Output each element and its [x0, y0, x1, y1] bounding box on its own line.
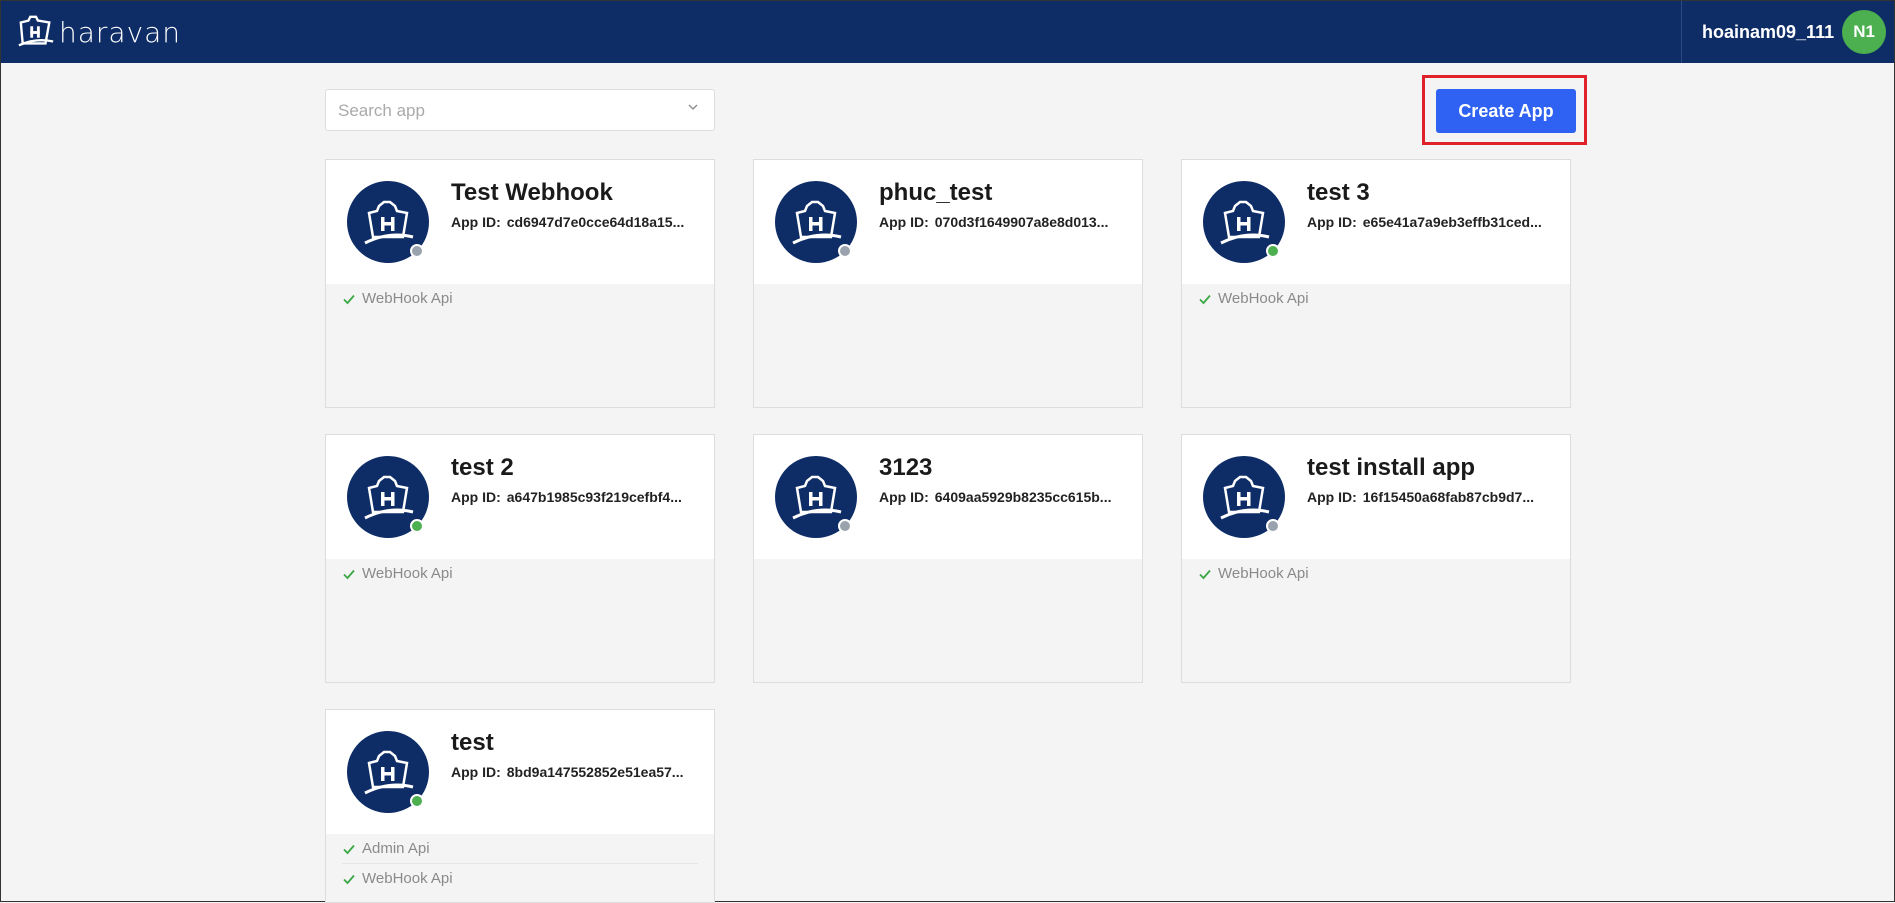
- permission-list: Admin Api WebHook Api: [326, 834, 714, 893]
- app-name[interactable]: test install app: [1307, 454, 1475, 482]
- permission-item: WebHook Api: [1198, 559, 1554, 588]
- check-icon: [1199, 294, 1211, 304]
- app-name[interactable]: phuc_test: [879, 179, 992, 207]
- status-indicator: [1266, 244, 1280, 258]
- app-id-value: e65e41a7a9eb3effb31ced...: [1362, 214, 1542, 230]
- app-card[interactable]: Test Webhook App ID: cd6947d7e0cce64d18a1…: [325, 159, 715, 408]
- app-id: App ID: cd6947d7e0cce64d18a15...: [451, 214, 701, 230]
- app-id: App ID: 070d3f1649907a8e8d013...: [879, 214, 1129, 230]
- app-id-value: a647b1985c93f219cefbf4...: [506, 489, 682, 505]
- app-id: App ID: a647b1985c93f219cefbf4...: [451, 489, 701, 505]
- app-name[interactable]: test 3: [1307, 179, 1370, 207]
- status-indicator: [1266, 519, 1280, 533]
- check-icon: [343, 294, 355, 304]
- permission-list: WebHook Api: [1182, 284, 1570, 313]
- check-icon: [343, 844, 355, 854]
- permission-item: WebHook Api: [342, 284, 698, 313]
- app-name[interactable]: Test Webhook: [451, 179, 613, 207]
- status-indicator: [838, 244, 852, 258]
- app-id-label: App ID:: [451, 764, 501, 780]
- avatar[interactable]: N1: [1842, 10, 1887, 54]
- permission-label: WebHook Api: [362, 870, 453, 887]
- app-id-value: cd6947d7e0cce64d18a15...: [506, 214, 685, 230]
- permission-label: Admin Api: [362, 840, 430, 857]
- app-card-header: phuc_test App ID: 070d3f1649907a8e8d013..…: [754, 160, 1142, 284]
- app-id-label: App ID:: [879, 214, 929, 230]
- app-card[interactable]: test install app App ID: 16f15450a68fab87…: [1181, 434, 1571, 683]
- top-navbar: haravan hoainam09_111 N1: [1, 1, 1894, 63]
- app-id-label: App ID:: [879, 489, 929, 505]
- search-app-select[interactable]: [325, 89, 715, 132]
- app-id: App ID: e65e41a7a9eb3effb31ced...: [1307, 214, 1557, 230]
- app-id: App ID: 8bd9a147552852e51ea57...: [451, 764, 701, 780]
- create-app-highlight: Create App: [1422, 75, 1587, 145]
- check-icon: [343, 569, 355, 579]
- status-indicator: [410, 244, 424, 258]
- permission-label: WebHook Api: [362, 290, 453, 307]
- app-card[interactable]: test 3 App ID: e65e41a7a9eb3effb31ced... …: [1181, 159, 1571, 408]
- permission-list: WebHook Api: [326, 559, 714, 588]
- app-name[interactable]: 3123: [879, 454, 932, 482]
- logo-text: haravan: [59, 15, 182, 49]
- app-id-value: 070d3f1649907a8e8d013...: [934, 214, 1109, 230]
- haravan-logo[interactable]: haravan: [17, 13, 181, 51]
- search-input[interactable]: [326, 90, 670, 132]
- app-name[interactable]: test: [451, 729, 494, 757]
- app-id-label: App ID:: [451, 489, 501, 505]
- app-id-label: App ID:: [1307, 489, 1357, 505]
- username: hoainam09_111: [1702, 21, 1835, 42]
- app-id: App ID: 6409aa5929b8235cc615b...: [879, 489, 1129, 505]
- permission-list: WebHook Api: [326, 284, 714, 313]
- app-id-value: 16f15450a68fab87cb9d7...: [1362, 489, 1534, 505]
- permission-label: WebHook Api: [1218, 565, 1309, 582]
- permission-item: Admin Api: [342, 834, 698, 863]
- app-id-value: 8bd9a147552852e51ea57...: [506, 764, 684, 780]
- app-id: App ID: 16f15450a68fab87cb9d7...: [1307, 489, 1557, 505]
- permission-item: WebHook Api: [342, 559, 698, 588]
- check-icon: [343, 874, 355, 884]
- app-card-header: 3123 App ID: 6409aa5929b8235cc615b...: [754, 435, 1142, 559]
- app-card-header: test install app App ID: 16f15450a68fab87…: [1182, 435, 1570, 559]
- status-indicator: [838, 519, 852, 533]
- permission-label: WebHook Api: [1218, 290, 1309, 307]
- app-card[interactable]: 3123 App ID: 6409aa5929b8235cc615b...: [753, 434, 1143, 683]
- chevron-down-icon[interactable]: [686, 100, 700, 114]
- app-card-header: test App ID: 8bd9a147552852e51ea57...: [326, 710, 714, 834]
- app-card-header: Test Webhook App ID: cd6947d7e0cce64d18a1…: [326, 160, 714, 284]
- app-card[interactable]: test 2 App ID: a647b1985c93f219cefbf4... …: [325, 434, 715, 683]
- check-icon: [1199, 569, 1211, 579]
- app-id-value: 6409aa5929b8235cc615b...: [934, 489, 1112, 505]
- create-app-button[interactable]: Create App: [1436, 89, 1576, 133]
- app-card-header: test 3 App ID: e65e41a7a9eb3effb31ced...: [1182, 160, 1570, 284]
- status-indicator: [410, 519, 424, 533]
- app-id-label: App ID:: [451, 214, 501, 230]
- app-name[interactable]: test 2: [451, 454, 514, 482]
- user-menu[interactable]: hoainam09_111 N1: [1681, 1, 1894, 63]
- haravan-logo-icon: [18, 15, 54, 47]
- permission-item: WebHook Api: [1198, 284, 1554, 313]
- app-card[interactable]: phuc_test App ID: 070d3f1649907a8e8d013..…: [753, 159, 1143, 408]
- app-card[interactable]: test App ID: 8bd9a147552852e51ea57... Adm…: [325, 709, 715, 903]
- app-card-header: test 2 App ID: a647b1985c93f219cefbf4...: [326, 435, 714, 559]
- permission-list: WebHook Api: [1182, 559, 1570, 588]
- app-id-label: App ID:: [1307, 214, 1357, 230]
- permission-item: WebHook Api: [342, 863, 698, 893]
- permission-label: WebHook Api: [362, 565, 453, 582]
- status-indicator: [410, 794, 424, 808]
